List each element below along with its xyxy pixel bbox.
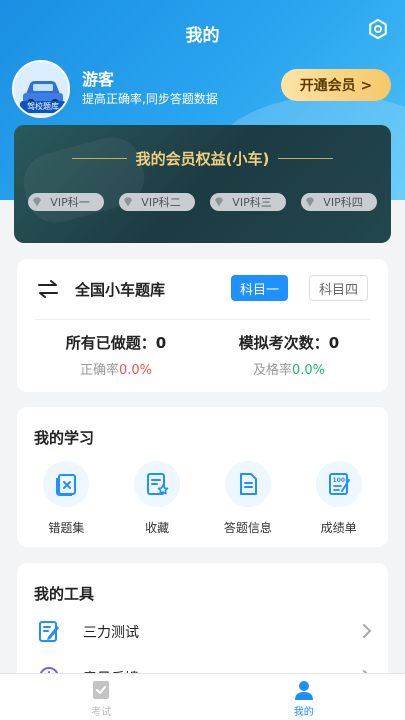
done-value: 0 <box>155 334 167 352</box>
avatar[interactable]: 驾校题库 <box>12 60 70 118</box>
bottom-tab-bar: 考试 我的 <box>0 673 405 720</box>
top-bar: 我的 <box>0 0 405 62</box>
settings-icon[interactable] <box>367 18 389 40</box>
vip-tag-subject-3: VIP科三 <box>210 193 286 211</box>
study-item-transcript[interactable]: 100 成绩单 <box>299 461 379 536</box>
accuracy-value: 0.0% <box>118 363 153 378</box>
pass-rate-label: 及格率 <box>252 363 292 378</box>
user-subtitle: 提高正确率,同步答题数据 <box>82 92 218 106</box>
study-item-wrong-questions[interactable]: 错题集 <box>26 461 106 536</box>
answer-info-icon <box>239 473 257 495</box>
pass-rate-line: 及格率0.0% <box>204 359 374 378</box>
vip-tag-label: VIP科四 <box>323 196 363 209</box>
profile-section: 驾校题库 游客 提高正确率,同步答题数据 开通会员 > <box>12 60 393 118</box>
vip-tag-subject-4: VIP科四 <box>301 193 377 211</box>
mock-value: 0 <box>328 334 340 352</box>
study-section-title: 我的学习 <box>34 429 95 447</box>
study-items: 错题集 收藏 答题信息 100 成绩单 <box>17 461 388 536</box>
vip-benefits-card[interactable]: 我的会员权益(小车) VIP科一 VIP科二 VIP科三 VIP科四 <box>14 125 391 243</box>
divider <box>35 319 370 320</box>
diamond-icon <box>306 197 314 207</box>
tab-exam[interactable]: 考试 <box>0 674 203 720</box>
swap-icon[interactable] <box>37 279 59 299</box>
study-item-label: 错题集 <box>48 521 85 535</box>
mock-exam-stat: 模拟考次数：0 及格率0.0% <box>204 332 374 378</box>
vip-tag-subject-1: VIP科一 <box>28 193 104 211</box>
vip-tag-subject-2: VIP科二 <box>119 193 195 211</box>
diamond-icon <box>124 197 132 207</box>
tab-mine[interactable]: 我的 <box>203 674 405 720</box>
diamond-icon <box>215 197 223 207</box>
study-item-favorites[interactable]: 收藏 <box>117 461 197 536</box>
wrong-questions-icon <box>56 474 77 496</box>
study-item-label: 成绩单 <box>320 521 357 535</box>
vip-tags: VIP科一 VIP科二 VIP科三 VIP科四 <box>28 193 377 211</box>
avatar-badge: 驾校题库 <box>20 101 66 113</box>
study-item-label: 答题信息 <box>223 521 272 535</box>
study-icon-wrap <box>134 461 181 507</box>
svg-text:100: 100 <box>332 477 345 484</box>
vip-tag-label: VIP科三 <box>232 196 272 209</box>
three-ability-test-icon <box>39 621 59 642</box>
diamond-icon <box>33 197 41 207</box>
tools-section-title: 我的工具 <box>34 585 95 603</box>
pass-rate-value: 0.0% <box>291 363 326 378</box>
exam-icon <box>93 681 110 699</box>
study-item-answer-info[interactable]: 答题信息 <box>208 461 288 536</box>
chevron-right-icon <box>363 624 372 638</box>
user-icon <box>294 681 313 700</box>
vip-tag-label: VIP科一 <box>50 196 90 209</box>
accuracy-line: 正确率0.0% <box>31 359 201 378</box>
favorites-icon <box>147 473 169 495</box>
benefits-title: 我的会员权益(小车) <box>135 150 270 168</box>
study-icon-wrap: 100 <box>315 461 362 507</box>
done-questions-line: 所有已做题：0 <box>31 332 201 353</box>
vip-tag-label: VIP科二 <box>141 196 181 209</box>
mock-exam-line: 模拟考次数：0 <box>204 332 374 353</box>
transcript-icon: 100 <box>328 473 350 495</box>
study-icon-wrap <box>224 461 271 507</box>
question-bank-card: 全国小车题库 科目一 科目四 所有已做题：0 正确率0.0% 模拟考次数：0 及… <box>17 259 388 392</box>
page-title: 我的 <box>185 26 220 46</box>
subject-1-button[interactable]: 科目一 <box>231 275 289 301</box>
benefit-divider-right <box>278 158 333 159</box>
subject-4-button[interactable]: 科目四 <box>309 275 369 301</box>
done-label: 所有已做题： <box>65 334 156 352</box>
user-name[interactable]: 游客 <box>82 66 114 90</box>
mock-label: 模拟考次数： <box>238 334 329 352</box>
question-bank-title[interactable]: 全国小车题库 <box>75 279 165 300</box>
done-questions-stat: 所有已做题：0 正确率0.0% <box>31 332 201 378</box>
study-icon-wrap <box>43 461 90 507</box>
tool-label: 三力测试 <box>83 625 139 641</box>
tab-label: 考试 <box>91 707 112 718</box>
tool-row-three-ability-test[interactable]: 三力测试 <box>17 611 388 651</box>
tab-label: 我的 <box>293 707 314 718</box>
accuracy-label: 正确率 <box>79 363 119 378</box>
open-vip-button[interactable]: 开通会员 > <box>281 69 391 101</box>
study-item-label: 收藏 <box>145 521 170 535</box>
my-study-card: 我的学习 错题集 收藏 答题信息 100 成绩单 <box>17 407 388 547</box>
